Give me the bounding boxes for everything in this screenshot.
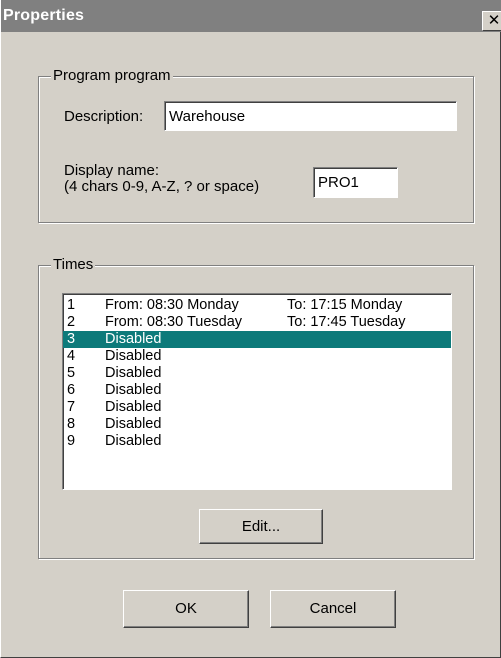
description-label: Description: [64, 108, 144, 125]
item-to: To: 17:15 Monday [287, 297, 403, 313]
item-number: 6 [67, 382, 76, 398]
close-icon: ✕ [487, 12, 501, 29]
display-name-hint: (4 chars 0-9, A-Z, ? or space) [64, 178, 260, 195]
title-bar[interactable]: Properties ✕ [1, 0, 501, 32]
list-item-selected[interactable]: 3 Disabled [63, 331, 451, 348]
item-number: 5 [67, 365, 76, 381]
times-listbox[interactable]: 1 From: 08:30 Monday To: 17:15 Monday 2 From… [62, 293, 452, 490]
cancel-button[interactable]: Cancel [270, 590, 396, 628]
item-number: 2 [67, 314, 76, 330]
program-groupbox: Program program [38, 67, 474, 223]
list-item[interactable]: 8 Disabled [63, 416, 451, 433]
list-item[interactable]: 1 From: 08:30 Monday To: 17:15 Monday [63, 297, 451, 314]
properties-dialog: Properties ✕ Program program Description… [0, 0, 501, 658]
item-number: 9 [67, 433, 76, 449]
edit-button[interactable]: Edit... [199, 509, 323, 544]
list-item[interactable]: 9 Disabled [63, 433, 451, 450]
list-item[interactable]: 5 Disabled [63, 365, 451, 382]
list-item[interactable]: 6 Disabled [63, 382, 451, 399]
window-title: Properties [3, 7, 85, 24]
ok-button[interactable]: OK [123, 590, 249, 628]
item-from: Disabled [105, 365, 162, 381]
times-group-legend: Times [51, 256, 96, 274]
display-name-field[interactable] [313, 167, 398, 198]
item-from: Disabled [105, 331, 162, 347]
item-from: Disabled [105, 348, 162, 364]
item-from: Disabled [105, 399, 162, 415]
item-from: Disabled [105, 416, 162, 432]
item-from: From: 08:30 Monday [105, 297, 239, 313]
item-from: Disabled [105, 433, 162, 449]
item-number: 1 [67, 297, 76, 313]
list-item[interactable]: 4 Disabled [63, 348, 451, 365]
item-from: Disabled [105, 382, 162, 398]
description-field[interactable] [164, 101, 457, 131]
item-number: 4 [67, 348, 76, 364]
item-number: 3 [67, 331, 76, 347]
item-number: 8 [67, 416, 76, 432]
list-item[interactable]: 7 Disabled [63, 399, 451, 416]
item-number: 7 [67, 399, 76, 415]
close-button[interactable]: ✕ [482, 11, 501, 31]
item-from: From: 08:30 Tuesday [105, 314, 243, 330]
program-group-legend: Program program [51, 67, 173, 85]
item-to: To: 17:45 Tuesday [287, 314, 406, 330]
list-item[interactable]: 2 From: 08:30 Tuesday To: 17:45 Tuesday [63, 314, 451, 331]
